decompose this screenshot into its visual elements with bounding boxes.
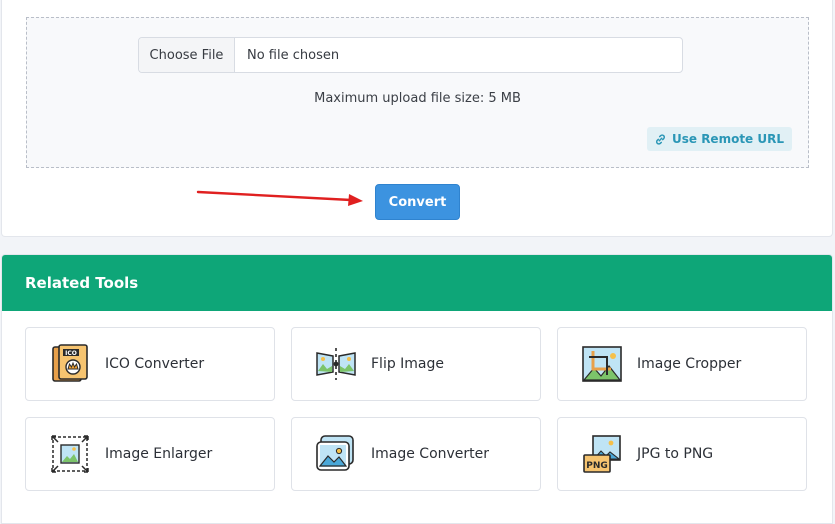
- tool-label: Image Enlarger: [105, 446, 213, 462]
- tool-flip-image[interactable]: Flip Image: [291, 327, 541, 401]
- tool-label: Flip Image: [371, 356, 445, 372]
- tool-image-converter[interactable]: Image Converter: [291, 417, 541, 491]
- file-input[interactable]: Choose File No file chosen: [138, 37, 683, 73]
- related-tools-title: Related Tools: [2, 255, 832, 311]
- red-arrow-annotation: [196, 190, 363, 206]
- use-remote-url-label: Use Remote URL: [671, 132, 784, 146]
- file-status-text: No file chosen: [247, 47, 340, 63]
- max-upload-size-text: Maximum upload file size: 5 MB: [314, 91, 521, 106]
- flip-image-icon: [315, 343, 357, 385]
- crop-icon: [581, 343, 623, 385]
- svg-text:PNG: PNG: [586, 461, 608, 471]
- png-file-icon: PNG: [581, 433, 623, 475]
- upload-dropzone[interactable]: Choose File No file chosen Maximum uploa…: [26, 17, 809, 168]
- ico-file-icon: ICO: [49, 343, 91, 385]
- tool-ico-converter[interactable]: ICO ICO Converter: [25, 327, 275, 401]
- choose-file-button[interactable]: Choose File: [139, 38, 235, 72]
- upload-card: Choose File No file chosen Maximum uploa…: [1, 0, 833, 237]
- svg-text:ICO: ICO: [65, 350, 77, 357]
- tool-image-enlarger[interactable]: Image Enlarger: [25, 417, 275, 491]
- enlarge-icon: [49, 433, 91, 475]
- tool-label: ICO Converter: [105, 356, 205, 372]
- image-converter-icon: [315, 433, 357, 475]
- tool-label: Image Cropper: [637, 356, 742, 372]
- use-remote-url-button[interactable]: Use Remote URL: [646, 127, 792, 151]
- related-tools-card: Related Tools ICO ICO Converter Flip Ima…: [1, 254, 833, 524]
- tool-image-cropper[interactable]: Image Cropper: [557, 327, 807, 401]
- tool-label: Image Converter: [371, 446, 490, 462]
- convert-button[interactable]: Convert: [375, 184, 460, 220]
- link-icon: [656, 133, 665, 145]
- tool-label: JPG to PNG: [637, 446, 714, 462]
- tool-jpg-to-png[interactable]: PNG JPG to PNG: [557, 417, 807, 491]
